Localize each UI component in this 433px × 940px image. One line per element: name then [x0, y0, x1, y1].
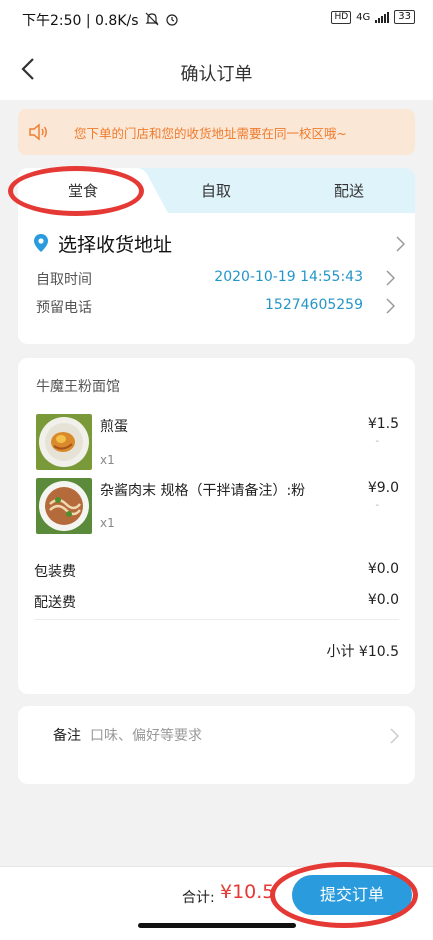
- submit-order-button[interactable]: 提交订单: [292, 875, 412, 915]
- status-right: HD 4G 33: [331, 10, 415, 24]
- notice-text: 您下单的门店和您的收货地址需要在同一校区哦~: [74, 126, 347, 141]
- shop-name: 牛魔王粉面馆: [36, 379, 120, 395]
- divider: [34, 619, 399, 620]
- location-pin-icon: [34, 234, 48, 252]
- phone-value[interactable]: 15274605259: [265, 297, 363, 313]
- total-value: ¥10.5: [220, 881, 275, 903]
- status-time-speed: 下午2:50 | 0.8K/s: [22, 13, 139, 29]
- item-name: 煎蛋: [100, 419, 128, 435]
- select-address-row[interactable]: 选择收货地址: [34, 230, 406, 258]
- tab-dine-in[interactable]: 堂食: [68, 180, 98, 201]
- alarm-icon: [165, 12, 179, 29]
- home-indicator[interactable]: [138, 923, 296, 928]
- signal-icon: [375, 11, 390, 23]
- page-title: 确认订单: [180, 64, 253, 85]
- item-image: [36, 414, 92, 470]
- item-dash: -: [375, 436, 379, 447]
- delivery-fee-value: ¥0.0: [367, 592, 399, 608]
- item-image: [36, 478, 92, 534]
- chevron-right-icon[interactable]: [385, 298, 396, 314]
- status-left: 下午2:50 | 0.8K/s: [22, 10, 179, 30]
- packaging-fee-value: ¥0.0: [367, 561, 399, 577]
- subtotal: 小计 ¥10.5: [326, 644, 399, 660]
- tab-pickup[interactable]: 自取: [201, 180, 231, 201]
- checkout-bar: 合计: ¥10.5 提交订单: [0, 866, 433, 940]
- speaker-icon: [29, 123, 47, 141]
- item-price: ¥1.5: [367, 416, 399, 432]
- packaging-fee-label: 包装费: [34, 564, 76, 580]
- item-price: ¥9.0: [367, 480, 399, 496]
- total-label: 合计:: [182, 890, 215, 906]
- notice-banner: 您下单的门店和您的收货地址需要在同一校区哦~: [18, 109, 415, 155]
- chevron-right-icon: [389, 728, 400, 744]
- pickup-time-label: 自取时间: [36, 272, 92, 288]
- item-qty: x1: [100, 516, 115, 530]
- order-card: 牛魔王粉面馆 煎蛋 x1 ¥1.5 - 杂酱肉末 规格（干拌请备注）:粉 x1 …: [18, 358, 415, 694]
- remark-placeholder: 口味、偏好等要求: [90, 728, 202, 744]
- delivery-fee-label: 配送费: [34, 595, 76, 611]
- delivery-card: 堂食 自取 配送 选择收货地址 自取时间 2020-10-19 14:55:43…: [18, 168, 415, 344]
- remark-label: 备注: [53, 728, 81, 744]
- mute-icon: [145, 12, 159, 29]
- status-bar: 下午2:50 | 0.8K/s HD 4G 33: [0, 0, 433, 40]
- item-dash: -: [375, 500, 379, 511]
- tab-delivery[interactable]: 配送: [334, 180, 364, 201]
- mode-tabs: 堂食 自取 配送: [18, 168, 415, 213]
- select-address-label: 选择收货地址: [58, 234, 173, 256]
- remark-row[interactable]: 备注 口味、偏好等要求: [18, 706, 415, 784]
- nav-bar: 确认订单: [0, 40, 433, 100]
- battery-level: 33: [398, 11, 411, 22]
- item-name: 杂酱肉末 规格（干拌请备注）:粉: [100, 483, 306, 499]
- chevron-right-icon: [395, 236, 406, 252]
- network-label: 4G: [356, 11, 371, 23]
- chevron-right-icon[interactable]: [385, 270, 396, 286]
- phone-label: 预留电话: [36, 300, 92, 316]
- pickup-time-value[interactable]: 2020-10-19 14:55:43: [214, 269, 363, 285]
- hd-badge: HD: [331, 10, 352, 24]
- battery-icon: 33: [394, 10, 415, 24]
- item-qty: x1: [100, 453, 115, 467]
